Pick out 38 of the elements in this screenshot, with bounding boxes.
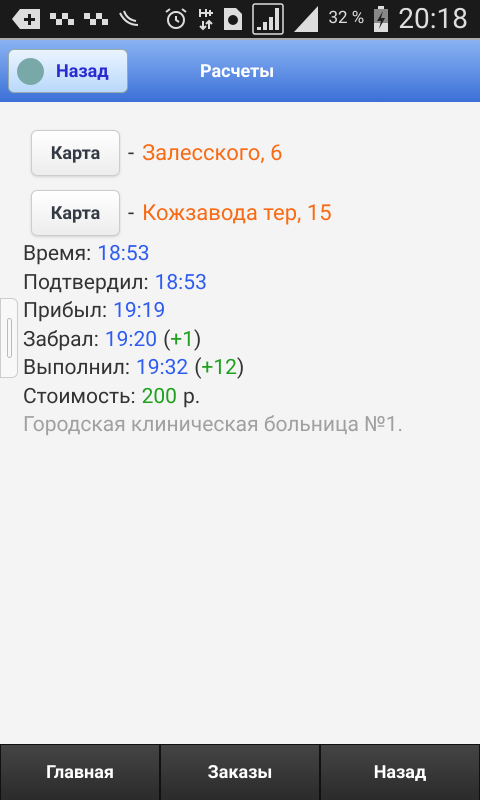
side-drawer-handle[interactable]	[0, 298, 18, 378]
screen-title: Расчеты	[200, 60, 274, 84]
data-arrows-icon	[198, 7, 214, 31]
delay-value: (+1)	[163, 326, 202, 354]
nav-tab[interactable]: Назад	[320, 745, 480, 800]
time-value: 19:19	[113, 298, 166, 325]
dash-text: -	[128, 140, 134, 168]
price-value: 200	[142, 384, 177, 410]
signal-icon	[294, 6, 318, 32]
battery-percent: 32 %	[328, 7, 364, 30]
map-button[interactable]: Карта	[31, 190, 120, 236]
map-button[interactable]: Карта	[31, 130, 120, 176]
clock: 20:18	[398, 5, 468, 33]
time-value: 19:20	[104, 326, 158, 354]
checkered-icon	[50, 13, 74, 25]
alarm-icon	[164, 7, 188, 31]
detail-label: Забрал:	[23, 326, 99, 354]
time-value: 19:32	[136, 355, 188, 382]
detail-label: Выполнил:	[23, 355, 130, 382]
notification-icon	[12, 9, 40, 29]
dash-text: -	[128, 200, 134, 228]
time-value: 18:53	[154, 270, 207, 296]
nav-tab[interactable]: Главная	[0, 745, 160, 800]
checkered-icon	[84, 13, 108, 25]
time-value: 18:53	[97, 241, 150, 268]
nav-tab[interactable]: Заказы	[160, 745, 320, 800]
signal-icon	[252, 3, 284, 35]
detail-label: Подтвердил:	[23, 270, 149, 296]
detail-label: Время:	[23, 241, 92, 268]
address-text: Кожзавода тер, 15	[142, 200, 332, 228]
delay-value: (+12)	[194, 355, 244, 382]
detail-label: Прибыл:	[23, 298, 108, 325]
battery-charging-icon	[374, 6, 388, 32]
back-button[interactable]: Назад	[8, 49, 128, 93]
destination-note: Городская клиническая больница №1.	[23, 412, 404, 439]
address-text: Залесского, 6	[142, 140, 282, 168]
detail-label: Стоимость:	[23, 384, 136, 410]
detail-label: р.	[183, 384, 200, 410]
